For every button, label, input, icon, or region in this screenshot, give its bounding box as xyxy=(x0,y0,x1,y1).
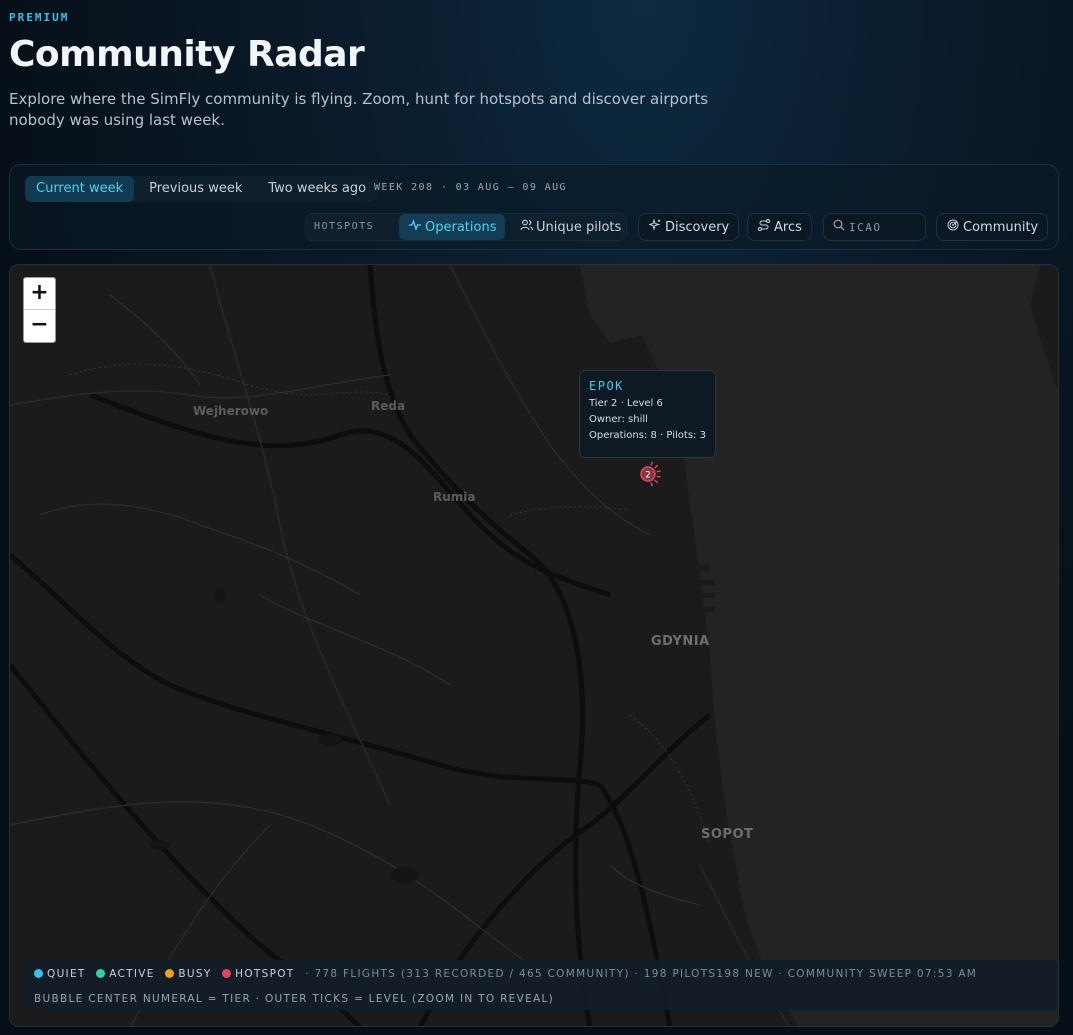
route-icon xyxy=(757,214,771,240)
legend-busy: BUSY xyxy=(165,968,211,980)
radar-toolbar: Current week Previous week Two weeks ago… xyxy=(9,164,1059,250)
operations-toggle[interactable]: Operations xyxy=(399,214,506,240)
place-label-sopot: SOPOT xyxy=(701,827,754,842)
level-tick xyxy=(656,475,661,478)
place-label-rumia: Rumia xyxy=(433,490,476,504)
tooltip-stats: Operations: 8 · Pilots: 3 xyxy=(589,430,706,441)
discovery-label: Discovery xyxy=(665,220,730,235)
tab-previous-week[interactable]: Previous week xyxy=(138,176,253,202)
map-basemap[interactable] xyxy=(10,265,1059,1027)
legend-hotspot-label: HOTSPOT xyxy=(235,968,295,980)
level-tick xyxy=(650,461,654,466)
place-label-gdynia: GDYNIA xyxy=(651,634,710,649)
zoom-in-button[interactable]: + xyxy=(24,278,55,310)
level-tick xyxy=(656,470,661,473)
quiet-dot xyxy=(34,969,43,978)
active-dot xyxy=(96,969,106,978)
unique-pilots-label: Unique pilots xyxy=(536,220,622,235)
icao-search-input[interactable] xyxy=(849,218,921,236)
tab-current-week[interactable]: Current week xyxy=(25,176,135,202)
level-tick xyxy=(654,464,659,469)
level-tick xyxy=(650,482,654,487)
hotspots-label: HOTSPOTS xyxy=(314,221,375,232)
hotspots-toggle-group: HOTSPOTS Operations Unique pilots xyxy=(305,213,627,241)
tab-two-weeks-ago[interactable]: Two weeks ago xyxy=(257,176,377,202)
legend-row: QUIET ACTIVE BUSY HOTSPOT · 778 FLIGHTS … xyxy=(34,968,977,980)
community-button[interactable]: Community xyxy=(936,213,1049,241)
hotspot-dot xyxy=(222,969,232,978)
activity-icon xyxy=(408,214,422,240)
airport-tooltip: EPOK Tier 2 · Level 6 Owner: shill Opera… xyxy=(579,370,716,458)
legend-active-label: ACTIVE xyxy=(109,968,155,980)
busy-dot xyxy=(165,969,175,978)
sparkles-icon xyxy=(647,214,662,240)
legend-quiet-label: QUIET xyxy=(47,968,86,980)
legend-active: ACTIVE xyxy=(96,968,154,980)
week-range-label: WEEK 208 · 03 AUG – 09 AUG xyxy=(374,182,567,193)
legend-quiet: QUIET xyxy=(34,968,86,980)
page-subtitle: Explore where the SimFly community is fl… xyxy=(9,90,709,129)
page-title: Community Radar xyxy=(9,34,365,75)
place-label-reda: Reda xyxy=(371,399,406,413)
arcs-label: Arcs xyxy=(774,220,802,235)
search-icon xyxy=(833,219,845,234)
legend-hotspot: HOTSPOT xyxy=(222,968,294,980)
unique-pilots-toggle[interactable]: Unique pilots xyxy=(510,214,630,240)
tooltip-icao: EPOK xyxy=(589,379,624,393)
legend-stats: · 778 FLIGHTS (313 RECORDED / 465 COMMUN… xyxy=(305,968,978,980)
hotspot-marker[interactable]: 2 xyxy=(632,458,664,490)
premium-badge: PREMIUM xyxy=(9,11,70,24)
zoom-out-button[interactable]: − xyxy=(24,310,55,342)
week-tabs: Current week Previous week Two weeks ago xyxy=(25,176,378,202)
radar-icon xyxy=(946,214,960,240)
community-label: Community xyxy=(963,220,1039,235)
legend-note: BUBBLE CENTER NUMERAL = TIER · OUTER TIC… xyxy=(34,993,555,1005)
map-legend: QUIET ACTIVE BUSY HOTSPOT · 778 FLIGHTS … xyxy=(24,960,1058,1010)
level-tick xyxy=(654,479,659,484)
discovery-button[interactable]: Discovery xyxy=(638,213,740,241)
place-label-wejherowo: Wejherowo xyxy=(193,404,269,418)
tier-numeral: 2 xyxy=(645,470,651,480)
icao-search[interactable] xyxy=(823,213,926,241)
users-icon xyxy=(519,214,533,240)
legend-busy-label: BUSY xyxy=(178,968,212,980)
arcs-button[interactable]: Arcs xyxy=(747,213,812,241)
tooltip-owner: Owner: shill xyxy=(589,414,648,425)
radar-map[interactable]: + − Wejherowo Reda Rumia GDYNIA SOPOT EP… xyxy=(9,264,1059,1027)
operations-label: Operations xyxy=(425,220,497,235)
tooltip-tier-level: Tier 2 · Level 6 xyxy=(589,398,663,409)
zoom-control: + − xyxy=(23,277,56,343)
